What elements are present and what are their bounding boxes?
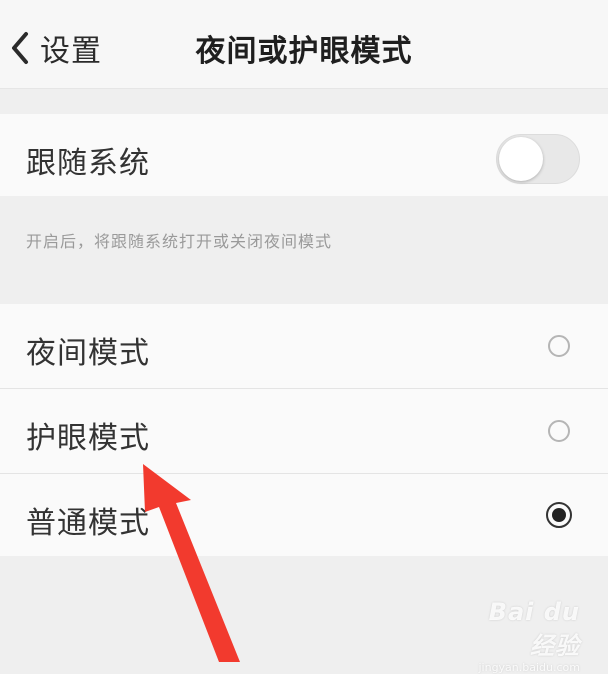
watermark-text: Bai du 经验: [488, 598, 580, 660]
follow-system-hint: 开启后，将跟随系统打开或关闭夜间模式: [26, 232, 333, 251]
mode-option-label: 护眼模式: [26, 421, 150, 456]
follow-system-label: 跟随系统: [26, 146, 150, 181]
mode-option-label: 夜间模式: [26, 336, 150, 371]
night-mode-radio[interactable]: [548, 335, 570, 357]
navigation-bar: 设置 夜间或护眼模式: [0, 0, 608, 89]
mode-option-night[interactable]: 夜间模式: [0, 304, 608, 388]
eye-care-mode-radio[interactable]: [548, 420, 570, 442]
mode-option-label: 普通模式: [26, 506, 150, 541]
page-title: 夜间或护眼模式: [195, 34, 413, 69]
normal-mode-radio[interactable]: [546, 502, 572, 528]
mode-option-normal[interactable]: 普通模式: [0, 474, 608, 556]
watermark-logo: Bai du 经验 jingyan.baidu.com: [460, 598, 580, 674]
mode-option-eye-care[interactable]: 护眼模式: [0, 389, 608, 473]
watermark-url: jingyan.baidu.com: [478, 661, 580, 674]
toggle-knob: [499, 137, 543, 181]
follow-system-toggle[interactable]: [496, 134, 580, 184]
follow-system-row[interactable]: 跟随系统: [0, 114, 608, 196]
